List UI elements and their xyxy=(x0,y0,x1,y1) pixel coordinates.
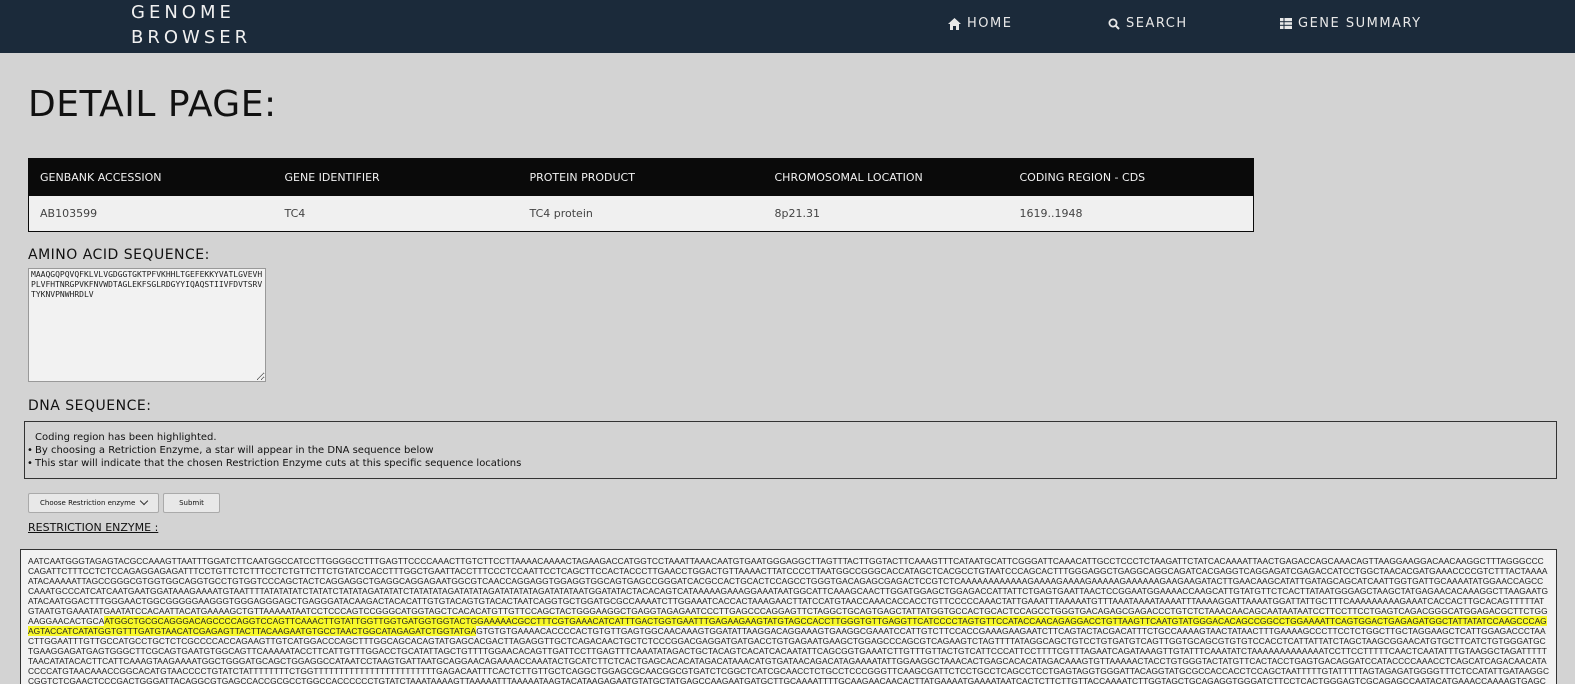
list-item: This star will indicate that the chosen … xyxy=(27,457,1546,470)
cell-coding-region: 1619..1948 xyxy=(1008,195,1254,232)
dna-sequence-heading: DNA SEQUENCE: xyxy=(28,398,152,414)
page-title: DETAIL PAGE: xyxy=(28,84,277,125)
table-row: AB103599 TC4 TC4 protein 8p21.31 1619..1… xyxy=(28,195,1254,232)
nav-gene-summary-link[interactable]: GENE SUMMARY xyxy=(1280,16,1422,31)
amino-acid-textarea[interactable]: MAAQGQPQVQFKLVLVGDGGTGKTPFVKHHLTGEFEKKYV… xyxy=(28,268,266,382)
restriction-enzyme-select[interactable]: Choose Restriction enzyme xyxy=(28,493,159,513)
header-coding-region: CODING REGION - CDS xyxy=(1008,158,1254,196)
select-value: Choose Restriction enzyme xyxy=(40,499,136,507)
header-gene-identifier: GENE IDENTIFIER xyxy=(273,158,519,196)
cell-genbank-accession: AB103599 xyxy=(28,195,274,232)
list-item: By choosing a Retriction Enzyme, a star … xyxy=(27,444,1546,457)
dna-info-box: Coding region has been highlighted. By c… xyxy=(24,421,1557,479)
cell-gene-identifier: TC4 xyxy=(273,195,519,232)
nav-search-label: SEARCH xyxy=(1126,16,1188,31)
info-list: By choosing a Retriction Enzyme, a star … xyxy=(27,444,1546,470)
brand-line-1: GENOME xyxy=(131,2,235,23)
amino-acid-heading: AMINO ACID SEQUENCE: xyxy=(28,247,210,263)
submit-button[interactable]: Submit xyxy=(163,493,220,513)
nav-home-label: HOME xyxy=(967,16,1013,31)
home-icon xyxy=(948,17,961,30)
info-highlight-note: Coding region has been highlighted. xyxy=(35,432,217,443)
chevron-down-icon xyxy=(139,496,149,506)
nav-gene-summary-label: GENE SUMMARY xyxy=(1298,16,1422,31)
brand-line-2: BROWSER xyxy=(131,27,252,48)
header-protein-product: PROTEIN PRODUCT xyxy=(518,158,764,196)
header-chromosomal-location: CHROMOSOMAL LOCATION xyxy=(763,158,1009,196)
restriction-enzyme-label: RESTRICTION ENZYME : xyxy=(28,521,159,534)
cell-protein-product: TC4 protein xyxy=(518,195,764,232)
dna-sequence-box: AATCAATGGGTAGAGTACGCCAAAGTTAATTTGGATCTTC… xyxy=(20,549,1557,684)
search-icon xyxy=(1108,18,1120,30)
table-header-row: GENBANK ACCESSION GENE IDENTIFIER PROTEI… xyxy=(28,158,1254,196)
nav-home-link[interactable]: HOME xyxy=(948,16,1012,31)
cell-chromosomal-location: 8p21.31 xyxy=(763,195,1009,232)
top-navbar: GENOME BROWSER HOME SEARCH GENE SUMMARY xyxy=(0,0,1575,53)
nav-search-link[interactable]: SEARCH xyxy=(1108,16,1188,31)
site-brand[interactable]: GENOME BROWSER xyxy=(131,0,251,50)
gene-info-table: GENBANK ACCESSION GENE IDENTIFIER PROTEI… xyxy=(28,158,1254,232)
header-genbank-accession: GENBANK ACCESSION xyxy=(28,158,274,196)
table-icon xyxy=(1280,18,1292,29)
